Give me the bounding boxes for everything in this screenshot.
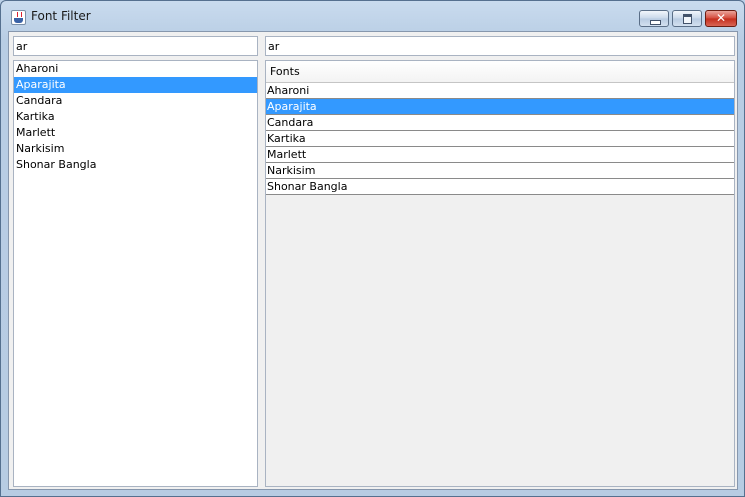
list-item[interactable]: Narkisim: [14, 141, 257, 157]
list-item[interactable]: Aharoni: [14, 61, 257, 77]
maximize-icon: [683, 14, 692, 24]
window-title: Font Filter: [31, 9, 91, 23]
table-row[interactable]: Candara: [266, 115, 734, 131]
maximize-button[interactable]: [672, 10, 702, 27]
close-icon: ✕: [715, 11, 727, 25]
java-cup-icon[interactable]: [11, 10, 26, 25]
minimize-icon: [650, 20, 661, 25]
table-row[interactable]: Marlett: [266, 147, 734, 163]
table-row[interactable]: Shonar Bangla: [266, 179, 734, 195]
list-item[interactable]: Marlett: [14, 125, 257, 141]
font-list[interactable]: Aharoni Aparajita Candara Kartika Marlet…: [13, 60, 258, 487]
list-item[interactable]: Shonar Bangla: [14, 157, 257, 173]
list-item-selected[interactable]: Aparajita: [14, 77, 257, 93]
column-header-fonts[interactable]: Fonts: [266, 61, 734, 83]
table-filter-input[interactable]: [265, 36, 735, 56]
list-filter-input[interactable]: [13, 36, 258, 56]
table-row[interactable]: Kartika: [266, 131, 734, 147]
table-row[interactable]: Aharoni: [266, 83, 734, 99]
minimize-button[interactable]: [639, 10, 669, 27]
app-window: Font Filter ✕ Aharoni Aparajita Candara …: [0, 0, 745, 497]
list-item[interactable]: Candara: [14, 93, 257, 109]
table-row[interactable]: Narkisim: [266, 163, 734, 179]
close-button[interactable]: ✕: [705, 10, 737, 27]
content-panel: Aharoni Aparajita Candara Kartika Marlet…: [8, 31, 738, 490]
list-item[interactable]: Kartika: [14, 109, 257, 125]
font-table[interactable]: Fonts Aharoni Aparajita Candara Kartika …: [265, 60, 735, 487]
title-bar[interactable]: Font Filter ✕: [1, 1, 744, 31]
table-row-selected[interactable]: Aparajita: [266, 99, 734, 115]
